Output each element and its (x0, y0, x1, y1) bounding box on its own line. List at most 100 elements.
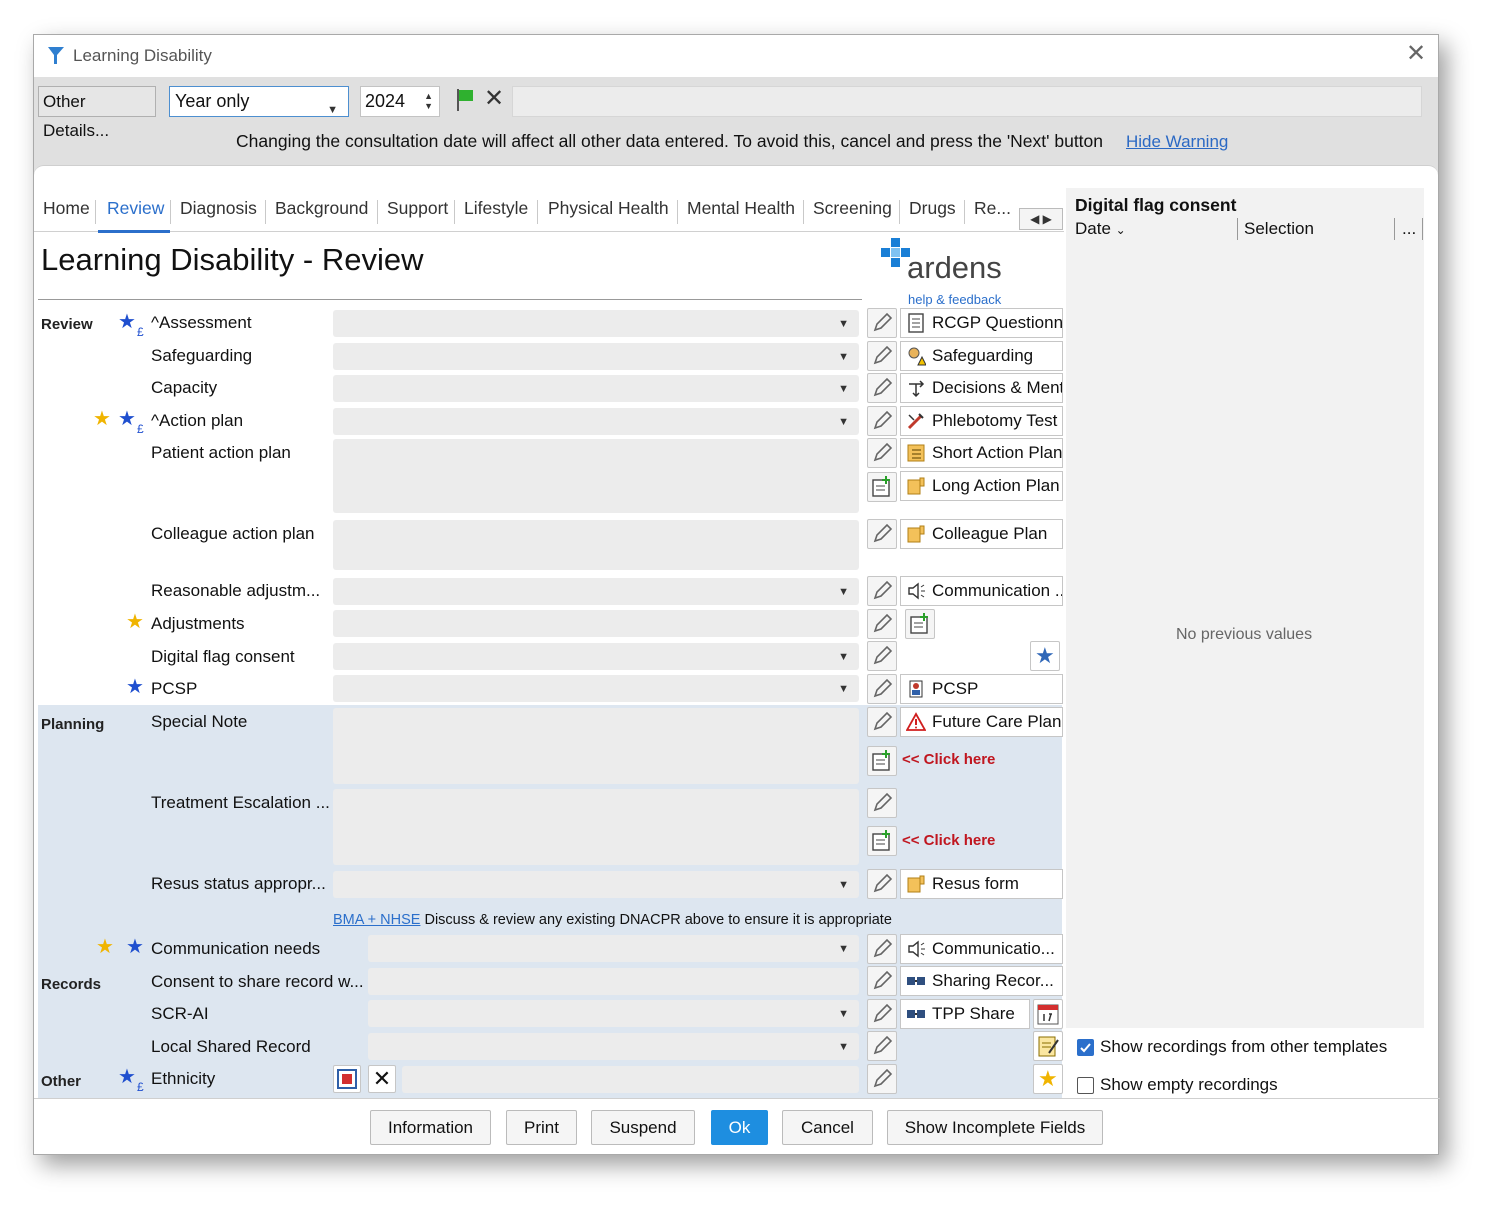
favourite-button[interactable]: ★ (1033, 1064, 1063, 1094)
tab-physical-health[interactable]: Physical Health (548, 198, 669, 226)
app-logo-icon (48, 47, 64, 64)
click-here-prompt[interactable]: << Click here (902, 832, 995, 849)
safeguarding-combo[interactable]: ▼ (333, 343, 859, 370)
colleague-action-plan-textarea[interactable] (333, 520, 859, 570)
checkbox-checked-icon[interactable] (1077, 1039, 1094, 1056)
capacity-combo[interactable]: ▼ (333, 375, 859, 402)
edit-pencil-button[interactable] (867, 341, 897, 371)
year-spinner[interactable]: 2024 ▲ ▼ (360, 86, 440, 117)
tab-diagnosis[interactable]: Diagnosis (180, 198, 257, 226)
communication-needs-resource-button[interactable]: Communicatio... (900, 934, 1063, 964)
treatment-escalation-textarea[interactable] (333, 789, 859, 865)
consent-share-input[interactable] (368, 968, 859, 995)
edit-pencil-button[interactable] (867, 576, 897, 606)
edit-pencil-button[interactable] (867, 966, 897, 996)
edit-pencil-button[interactable] (867, 934, 897, 964)
tab-support[interactable]: Support (387, 198, 448, 226)
close-icon[interactable]: ✕ (1404, 42, 1428, 67)
digital-flag-consent-combo[interactable]: ▼ (333, 643, 859, 670)
edit-pencil-button[interactable] (867, 438, 897, 468)
pcsp-resource-button[interactable]: PCSP (900, 674, 1063, 704)
sharing-record-button[interactable]: Sharing Recor... (900, 966, 1063, 996)
colleague-plan-button[interactable]: Colleague Plan (900, 519, 1063, 549)
column-options-button[interactable]: ... (1402, 219, 1416, 239)
tab-drugs[interactable]: Drugs (909, 198, 956, 226)
calendar-button[interactable] (1033, 999, 1063, 1029)
edit-pencil-button[interactable] (867, 406, 897, 436)
assessment-combo[interactable]: ▼ (333, 310, 859, 337)
edit-pencil-button[interactable] (867, 373, 897, 403)
column-header-selection[interactable]: Selection (1244, 219, 1314, 239)
favourite-button[interactable]: ★ (1030, 641, 1060, 671)
scr-ai-combo[interactable]: ▼ (368, 1000, 859, 1027)
edit-pencil-button[interactable] (867, 707, 897, 737)
priority-star-icon: ★ (93, 408, 111, 430)
decision-branch-icon (909, 380, 925, 398)
spinner-arrows-icon[interactable]: ▲ ▼ (424, 91, 433, 111)
local-shared-record-combo[interactable]: ▼ (368, 1033, 859, 1060)
action-plan-combo[interactable]: ▼ (333, 408, 859, 435)
clear-ethnicity-icon[interactable]: ✕ (368, 1065, 396, 1093)
information-button[interactable]: Information (370, 1110, 491, 1145)
future-care-plan-button[interactable]: Future Care Plan (900, 707, 1063, 737)
pcsp-combo[interactable]: ▼ (333, 675, 859, 702)
communication-resource-button[interactable]: Communication .. (900, 576, 1063, 606)
tab-background[interactable]: Background (275, 198, 368, 226)
tpp-share-button[interactable]: TPP Share (900, 999, 1030, 1029)
add-note-button[interactable] (867, 472, 897, 502)
short-action-plan-button[interactable]: Short Action Plan (900, 438, 1063, 468)
date-mode-select[interactable]: Year only ▼ (169, 86, 349, 117)
suspend-button[interactable]: Suspend (591, 1110, 695, 1145)
flag-icon[interactable] (454, 87, 476, 113)
adjustments-input[interactable] (333, 610, 859, 637)
add-note-button[interactable] (867, 746, 897, 776)
edit-pencil-button[interactable] (867, 1031, 897, 1061)
help-feedback-link[interactable]: help & feedback (908, 292, 1001, 307)
communication-needs-combo[interactable]: ▼ (368, 935, 859, 962)
phlebotomy-test-button[interactable]: Phlebotomy Test (900, 406, 1063, 436)
click-here-prompt[interactable]: << Click here (902, 751, 995, 768)
patient-action-plan-textarea[interactable] (333, 439, 859, 513)
tab-screening[interactable]: Screening (813, 198, 892, 226)
ok-button[interactable]: Ok (711, 1110, 768, 1145)
print-button[interactable]: Print (506, 1110, 577, 1145)
special-note-textarea[interactable] (333, 708, 859, 784)
add-note-button[interactable] (905, 609, 935, 639)
edit-pencil-button[interactable] (867, 609, 897, 639)
notes-button[interactable] (1033, 1031, 1063, 1061)
tab-mental-health[interactable]: Mental Health (687, 198, 795, 226)
tab-scroll-arrows-icon[interactable]: ◀ ▶ (1019, 208, 1063, 230)
edit-pencil-button[interactable] (867, 641, 897, 671)
resus-form-button[interactable]: Resus form (900, 869, 1063, 899)
add-note-button[interactable] (867, 826, 897, 856)
tab-more[interactable]: Re... (974, 198, 1011, 226)
edit-pencil-button[interactable] (867, 674, 897, 704)
person-document-icon (909, 680, 923, 698)
edit-pencil-button[interactable] (867, 788, 897, 818)
ethnicity-picker-button[interactable] (333, 1065, 361, 1093)
decisions-capacity-button[interactable]: Decisions & Mental Capacity (900, 373, 1063, 403)
clear-date-icon[interactable]: ✕ (481, 87, 507, 113)
tab-home[interactable]: Home (43, 198, 90, 226)
edit-pencil-button[interactable] (867, 869, 897, 899)
tab-review[interactable]: Review (107, 198, 164, 226)
cancel-button[interactable]: Cancel (782, 1110, 873, 1145)
bma-nhse-link[interactable]: BMA + NHSE (333, 912, 420, 928)
edit-pencil-button[interactable] (867, 999, 897, 1029)
other-details-button[interactable]: Other Details... (38, 86, 156, 140)
checkbox-unchecked-icon[interactable] (1077, 1077, 1094, 1094)
hide-warning-link[interactable]: Hide Warning (1126, 132, 1228, 152)
tab-lifestyle[interactable]: Lifestyle (464, 198, 528, 226)
long-action-plan-button[interactable]: Long Action Plan (900, 471, 1063, 501)
safeguarding-resource-button[interactable]: Safeguarding (900, 341, 1063, 371)
show-incomplete-fields-button[interactable]: Show Incomplete Fields (887, 1110, 1103, 1145)
edit-pencil-button[interactable] (867, 308, 897, 338)
reasonable-adjustments-combo[interactable]: ▼ (333, 578, 859, 605)
edit-pencil-button[interactable] (867, 1064, 897, 1094)
column-header-date[interactable]: Date ⌄ (1075, 219, 1126, 239)
edit-pencil-button[interactable] (867, 519, 897, 549)
pencil-icon (873, 645, 893, 665)
tab-separator (964, 200, 965, 224)
resus-status-combo[interactable]: ▼ (333, 871, 859, 898)
rcgp-questionnaire-button[interactable]: RCGP Questionnaire (900, 308, 1063, 338)
